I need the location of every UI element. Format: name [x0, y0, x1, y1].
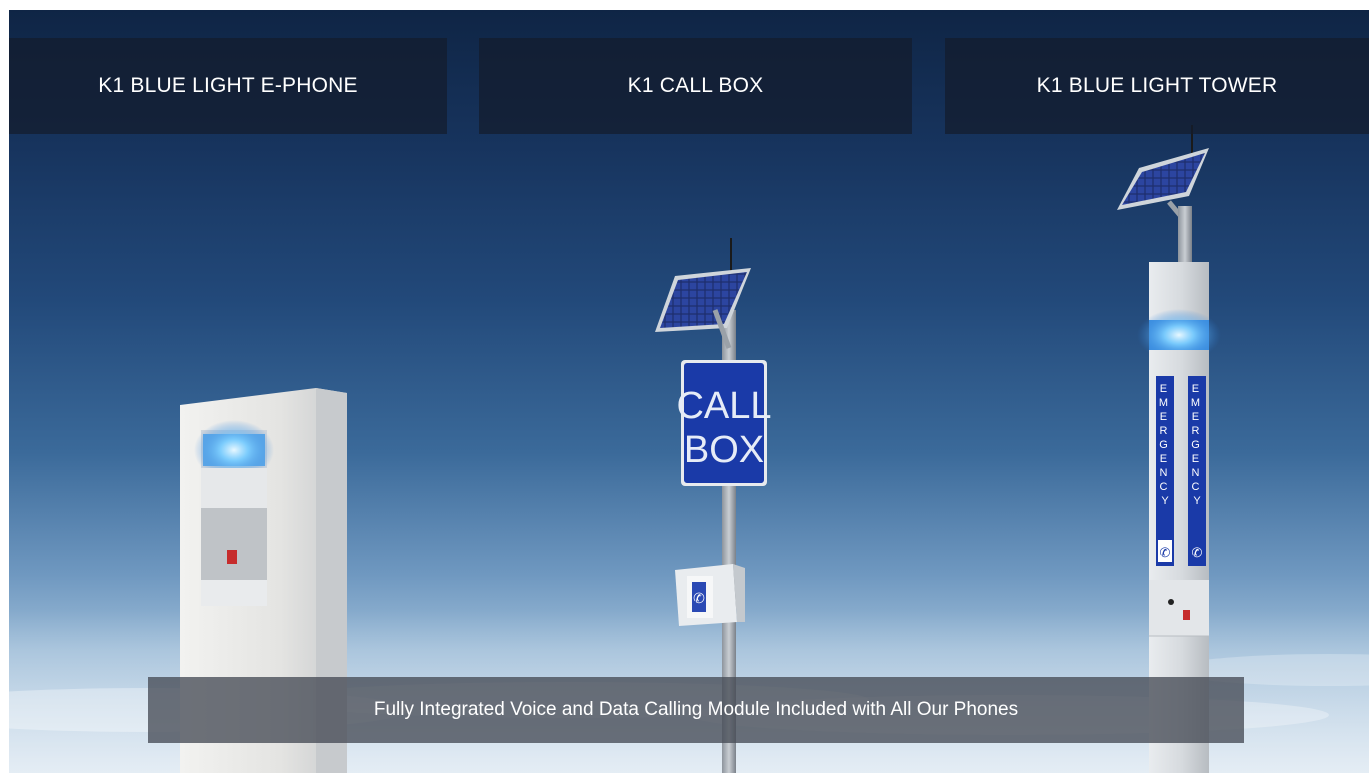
svg-text:✆: ✆ — [693, 591, 705, 607]
tab-label: K1 CALL BOX — [627, 74, 764, 97]
tab-label: K1 BLUE LIGHT E-PHONE — [98, 74, 358, 97]
tab-label: K1 BLUE LIGHT TOWER — [1036, 74, 1278, 97]
emergency-button — [227, 550, 237, 564]
page-frame: CALL BOX ✆ E M E R G E N C Y E M E R G E… — [0, 0, 1369, 773]
caption-banner: Fully Integrated Voice and Data Calling … — [148, 677, 1244, 743]
tab-blue-light-e-phone[interactable]: K1 BLUE LIGHT E-PHONE — [9, 38, 447, 134]
call-box-sign-line2: BOX — [684, 429, 764, 471]
svg-text:E M E: E M E R G E N C Y — [1191, 383, 1203, 507]
svg-text:✆: ✆ — [1192, 546, 1203, 561]
caption-text: Fully Integrated Voice and Data Calling … — [373, 699, 1019, 720]
solar-panel-icon — [655, 268, 751, 332]
hero-scene: CALL BOX ✆ E M E R G E N C Y E M E R G E… — [9, 10, 1369, 773]
solar-panel-icon — [1117, 148, 1209, 210]
tab-blue-light-tower[interactable]: K1 BLUE LIGHT TOWER — [945, 38, 1369, 134]
call-box-sign-line1: CALL — [676, 385, 771, 427]
svg-text:✆: ✆ — [1160, 546, 1171, 561]
emergency-button — [1183, 610, 1190, 620]
svg-text:E M E: E M E R G E N C Y — [1159, 383, 1171, 507]
tab-call-box[interactable]: K1 CALL BOX — [479, 38, 912, 134]
